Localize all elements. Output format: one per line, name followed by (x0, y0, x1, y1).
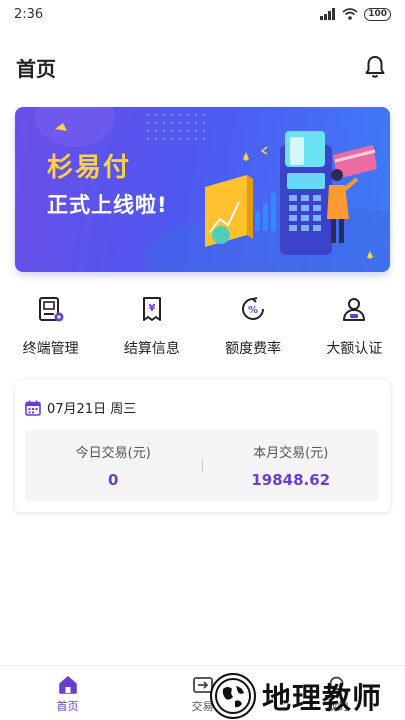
user-verify-icon (337, 292, 371, 326)
date-text: 07月21日 周三 (47, 402, 137, 417)
bell-icon (365, 56, 385, 78)
signal-icon (320, 8, 336, 20)
date-row: 07月21日 周三 (25, 398, 136, 417)
home-icon (58, 676, 77, 694)
watermark-text: 地理教师 (262, 681, 383, 715)
transaction-summary-card: 07月21日 周三 今日交易(元) 0 本月交易(元) 19848.62 (15, 380, 390, 512)
wifi-icon (342, 8, 358, 20)
nav-label: 结算信息 (123, 341, 180, 357)
watermark-logo (210, 673, 256, 719)
nav-label: 终端管理 (22, 341, 79, 357)
promo-banner[interactable]: 杉易付 正式上线啦! (15, 107, 390, 272)
svg-text:¥: ¥ (148, 303, 155, 314)
globe-icon (215, 678, 251, 714)
percent-icon: % (236, 292, 270, 326)
terminal-icon (34, 292, 68, 326)
status-bar: 2:36 100 (0, 0, 405, 28)
receipt-icon: ¥ (135, 292, 169, 326)
nav-item-settlement[interactable]: ¥ 结算信息 (101, 292, 202, 362)
header: 首页 (0, 44, 405, 90)
svg-text:%: % (248, 305, 258, 316)
status-icons: 100 (320, 7, 391, 21)
nav-label: 大额认证 (326, 341, 383, 357)
nav-label: 额度费率 (225, 341, 282, 357)
nav-item-verify[interactable]: 大额认证 (304, 292, 405, 362)
today-label: 今日交易(元) (75, 446, 151, 461)
month-value: 19848.62 (251, 471, 331, 489)
banner-subtitle: 正式上线啦! (47, 193, 168, 217)
battery-indicator: 100 (364, 7, 391, 21)
watermark: 地理教师 (210, 672, 405, 720)
quick-nav: 终端管理 ¥ 结算信息 % 额度费率 大额认证 (0, 292, 405, 362)
today-stat: 今日交易(元) 0 (25, 442, 202, 489)
notification-button[interactable] (361, 53, 389, 81)
calendar-icon (25, 400, 41, 416)
tab-label: 首页 (56, 700, 79, 713)
today-value: 0 (108, 471, 119, 489)
banner-title: 杉易付 (47, 153, 132, 183)
nav-item-rate[interactable]: % 额度费率 (203, 292, 304, 362)
status-time: 2:36 (14, 6, 44, 22)
nav-item-terminal[interactable]: 终端管理 (0, 292, 101, 362)
month-stat: 本月交易(元) 19848.62 (203, 442, 380, 489)
month-label: 本月交易(元) (253, 446, 329, 461)
page-title: 首页 (16, 56, 56, 81)
tab-home[interactable]: 首页 (0, 666, 135, 720)
stats-panel: 今日交易(元) 0 本月交易(元) 19848.62 (25, 430, 379, 501)
